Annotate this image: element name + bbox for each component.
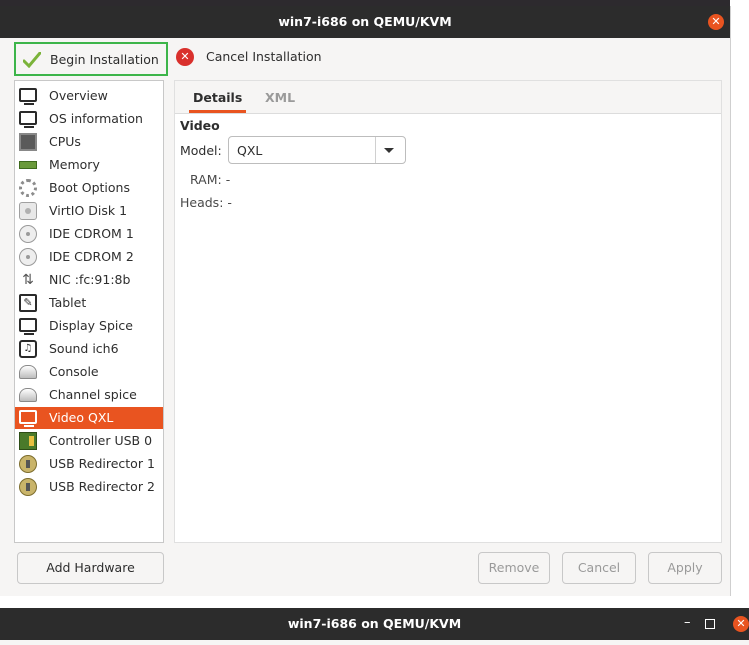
monitor-icon [19, 111, 37, 128]
sidebar-item-label: Video QXL [49, 410, 114, 425]
sidebar-item-virtio-disk-1[interactable]: VirtIO Disk 1 [15, 200, 163, 222]
sidebar-item-label: Console [49, 364, 99, 379]
sidebar-item-label: NIC :fc:91:8b [49, 272, 131, 287]
sidebar-item-label: IDE CDROM 1 [49, 226, 134, 241]
close-icon[interactable]: ✕ [733, 616, 749, 632]
monitor-icon [19, 88, 37, 105]
heads-row: Heads: - [180, 195, 232, 210]
sidebar-item-label: Controller USB 0 [49, 433, 153, 448]
sidebar-item-label: USB Redirector 1 [49, 456, 155, 471]
model-dropdown[interactable]: QXL [228, 136, 406, 164]
remove-button[interactable]: Remove [478, 552, 550, 584]
sidebar-item-label: Memory [49, 157, 100, 172]
title-bar: win7-i686 on QEMU/KVM ✕ [0, 6, 730, 38]
sidebar-item-label: Boot Options [49, 180, 130, 195]
cancel-installation-label: Cancel Installation [206, 49, 322, 64]
sidebar-item-nic[interactable]: ⇅ NIC :fc:91:8b [15, 269, 163, 291]
close-window-button[interactable]: ✕ [708, 14, 724, 30]
sidebar-item-label: Overview [49, 88, 108, 103]
hardware-list: Overview OS information CPUs Memory Boot… [14, 80, 164, 543]
ram-label: RAM: [190, 172, 222, 187]
window-title: win7-i686 on QEMU/KVM [278, 14, 452, 29]
monitor-icon [19, 318, 37, 335]
second-window-titlebar: win7-i686 on QEMU/KVM – ✕ [0, 608, 749, 645]
details-panel: Details XML Video Model: QXL RAM: - Head… [174, 80, 722, 543]
usb-redirector-icon [19, 478, 37, 496]
sidebar-item-label: Sound ich6 [49, 341, 119, 356]
sidebar-item-controller-usb-0[interactable]: Controller USB 0 [15, 430, 163, 452]
model-value: QXL [237, 143, 263, 158]
sidebar-item-video-qxl[interactable]: Video QXL [15, 407, 163, 429]
sidebar-item-sound-ich6[interactable]: ♫ Sound ich6 [15, 338, 163, 360]
monitor-icon [19, 410, 37, 427]
memory-icon [19, 161, 37, 169]
maximize-icon[interactable] [705, 619, 715, 629]
sidebar-item-usb-redirector-2[interactable]: USB Redirector 2 [15, 476, 163, 498]
tab-xml[interactable]: XML [265, 90, 295, 105]
cpu-icon [19, 133, 37, 151]
cancel-x-icon: ✕ [176, 48, 194, 66]
sidebar-item-tablet[interactable]: ✎ Tablet [15, 292, 163, 314]
sidebar-item-usb-redirector-1[interactable]: USB Redirector 1 [15, 453, 163, 475]
sidebar-item-label: Tablet [49, 295, 87, 310]
sidebar-item-boot-options[interactable]: Boot Options [15, 177, 163, 199]
disk-icon [19, 202, 37, 220]
sidebar-item-overview[interactable]: Overview [15, 85, 163, 107]
sidebar-item-memory[interactable]: Memory [15, 154, 163, 176]
cdrom-icon [19, 248, 37, 266]
heads-value: - [227, 195, 232, 210]
gear-icon [19, 179, 37, 197]
usb-redirector-icon [19, 455, 37, 473]
dropdown-separator [375, 137, 376, 163]
sidebar-item-label: CPUs [49, 134, 81, 149]
tab-bar: Details XML [175, 81, 721, 114]
network-icon: ⇅ [22, 272, 34, 288]
sidebar-item-display-spice[interactable]: Display Spice [15, 315, 163, 337]
add-hardware-button[interactable]: Add Hardware [17, 552, 164, 584]
begin-installation-button[interactable]: Begin Installation [14, 42, 168, 76]
apply-button[interactable]: Apply [648, 552, 722, 584]
sidebar-item-ide-cdrom-1[interactable]: IDE CDROM 1 [15, 223, 163, 245]
minimize-icon[interactable]: – [684, 615, 691, 630]
sidebar-item-cpus[interactable]: CPUs [15, 131, 163, 153]
toolbar: Begin Installation ✕ Cancel Installation [0, 38, 730, 84]
ram-row: RAM: - [190, 172, 230, 187]
chevron-down-icon [384, 148, 394, 153]
console-icon [19, 388, 37, 402]
sidebar-item-label: Channel spice [49, 387, 137, 402]
tablet-icon: ✎ [19, 294, 37, 312]
begin-installation-label: Begin Installation [50, 52, 159, 67]
section-title: Video [180, 118, 220, 133]
heads-label: Heads: [180, 195, 224, 210]
sidebar-item-label: Display Spice [49, 318, 133, 333]
cdrom-icon [19, 225, 37, 243]
sidebar-item-channel-spice[interactable]: Channel spice [15, 384, 163, 406]
console-icon [19, 365, 37, 379]
sidebar-item-label: OS information [49, 111, 143, 126]
second-window-title: win7-i686 on QEMU/KVM [287, 616, 462, 631]
desktop-background [730, 0, 749, 600]
sound-icon: ♫ [19, 340, 37, 358]
sidebar-item-console[interactable]: Console [15, 361, 163, 383]
ram-value: - [225, 172, 231, 187]
checkmark-icon [23, 52, 41, 68]
sidebar-item-label: VirtIO Disk 1 [49, 203, 128, 218]
sidebar-item-label: USB Redirector 2 [49, 479, 155, 494]
model-label: Model: [180, 143, 222, 158]
second-window-body [0, 640, 749, 645]
cancel-button[interactable]: Cancel [562, 552, 636, 584]
tab-details[interactable]: Details [188, 90, 247, 113]
usb-controller-icon [19, 432, 37, 450]
sidebar-item-label: IDE CDROM 2 [49, 249, 134, 264]
sidebar-item-ide-cdrom-2[interactable]: IDE CDROM 2 [15, 246, 163, 268]
screenshot-divider [0, 596, 749, 608]
sidebar-item-os-information[interactable]: OS information [15, 108, 163, 130]
